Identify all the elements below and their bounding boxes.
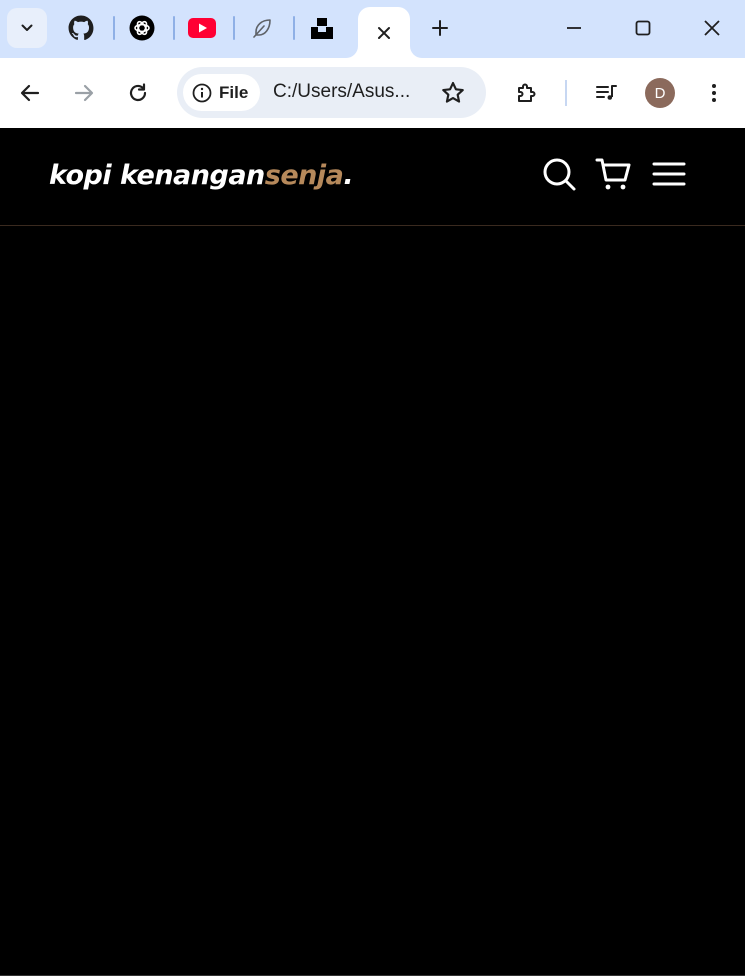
logo-dot: . — [343, 160, 354, 191]
tab-search-button[interactable] — [7, 8, 47, 48]
close-tab-icon[interactable] — [376, 25, 392, 41]
reload-button[interactable] — [120, 75, 156, 111]
tab-feather[interactable] — [246, 12, 278, 44]
logo-main-text: kopi kenangan — [49, 160, 265, 191]
search-icon[interactable] — [541, 156, 577, 192]
reload-icon — [129, 83, 147, 102]
minimize-icon — [567, 27, 581, 29]
youtube-icon — [188, 18, 216, 38]
toolbar-divider — [565, 80, 567, 106]
tab-separator — [233, 16, 235, 40]
close-icon — [704, 20, 720, 36]
address-bar[interactable]: File C:/Users/Asus... — [177, 67, 486, 118]
tab-unsplash[interactable] — [306, 12, 338, 44]
shopping-cart-icon[interactable] — [595, 156, 631, 192]
tab-github[interactable] — [65, 12, 97, 44]
profile-avatar[interactable]: D — [645, 78, 675, 108]
star-icon[interactable] — [440, 80, 466, 106]
tab-chatgpt[interactable] — [126, 12, 158, 44]
maximize-button[interactable] — [617, 8, 669, 48]
tab-youtube[interactable] — [186, 12, 218, 44]
arrow-left-icon — [20, 84, 40, 102]
info-icon — [192, 83, 212, 102]
site-navbar: kopi kenangansenja. — [0, 128, 745, 226]
minimize-button[interactable] — [548, 8, 600, 48]
browser-tabstrip — [0, 0, 745, 58]
feather-icon — [253, 19, 271, 38]
chevron-down-icon — [21, 24, 33, 31]
logo-accent-text: senja — [264, 160, 344, 191]
github-icon — [68, 15, 94, 41]
chatgpt-icon — [129, 15, 155, 41]
back-button[interactable] — [12, 75, 48, 111]
browser-menu-button[interactable] — [696, 75, 732, 111]
tab-separator — [113, 16, 115, 40]
plus-icon — [432, 20, 448, 36]
url-text[interactable]: C:/Users/Asus... — [273, 81, 433, 103]
queue-music-icon — [596, 85, 617, 100]
close-window-button[interactable] — [686, 8, 738, 48]
puzzle-icon — [518, 83, 536, 102]
site-info-chip[interactable]: File — [183, 74, 261, 111]
arrow-right-icon — [74, 84, 94, 102]
site-logo[interactable]: kopi kenangansenja. — [49, 160, 354, 191]
extensions-button[interactable] — [508, 75, 544, 111]
web-page: kopi kenangansenja. — [0, 128, 745, 976]
tab-separator — [173, 16, 175, 40]
tab-separator — [293, 16, 295, 40]
browser-toolbar: File C:/Users/Asus... D — [0, 58, 745, 128]
unsplash-icon — [311, 18, 333, 39]
more-vertical-icon — [712, 84, 716, 102]
forward-button[interactable] — [66, 75, 102, 111]
menu-icon[interactable] — [651, 156, 687, 192]
new-tab-button[interactable] — [424, 12, 456, 44]
scheme-label: File — [219, 82, 249, 102]
active-tab[interactable] — [358, 7, 410, 58]
media-control-button[interactable] — [588, 75, 624, 111]
maximize-icon — [635, 20, 651, 36]
